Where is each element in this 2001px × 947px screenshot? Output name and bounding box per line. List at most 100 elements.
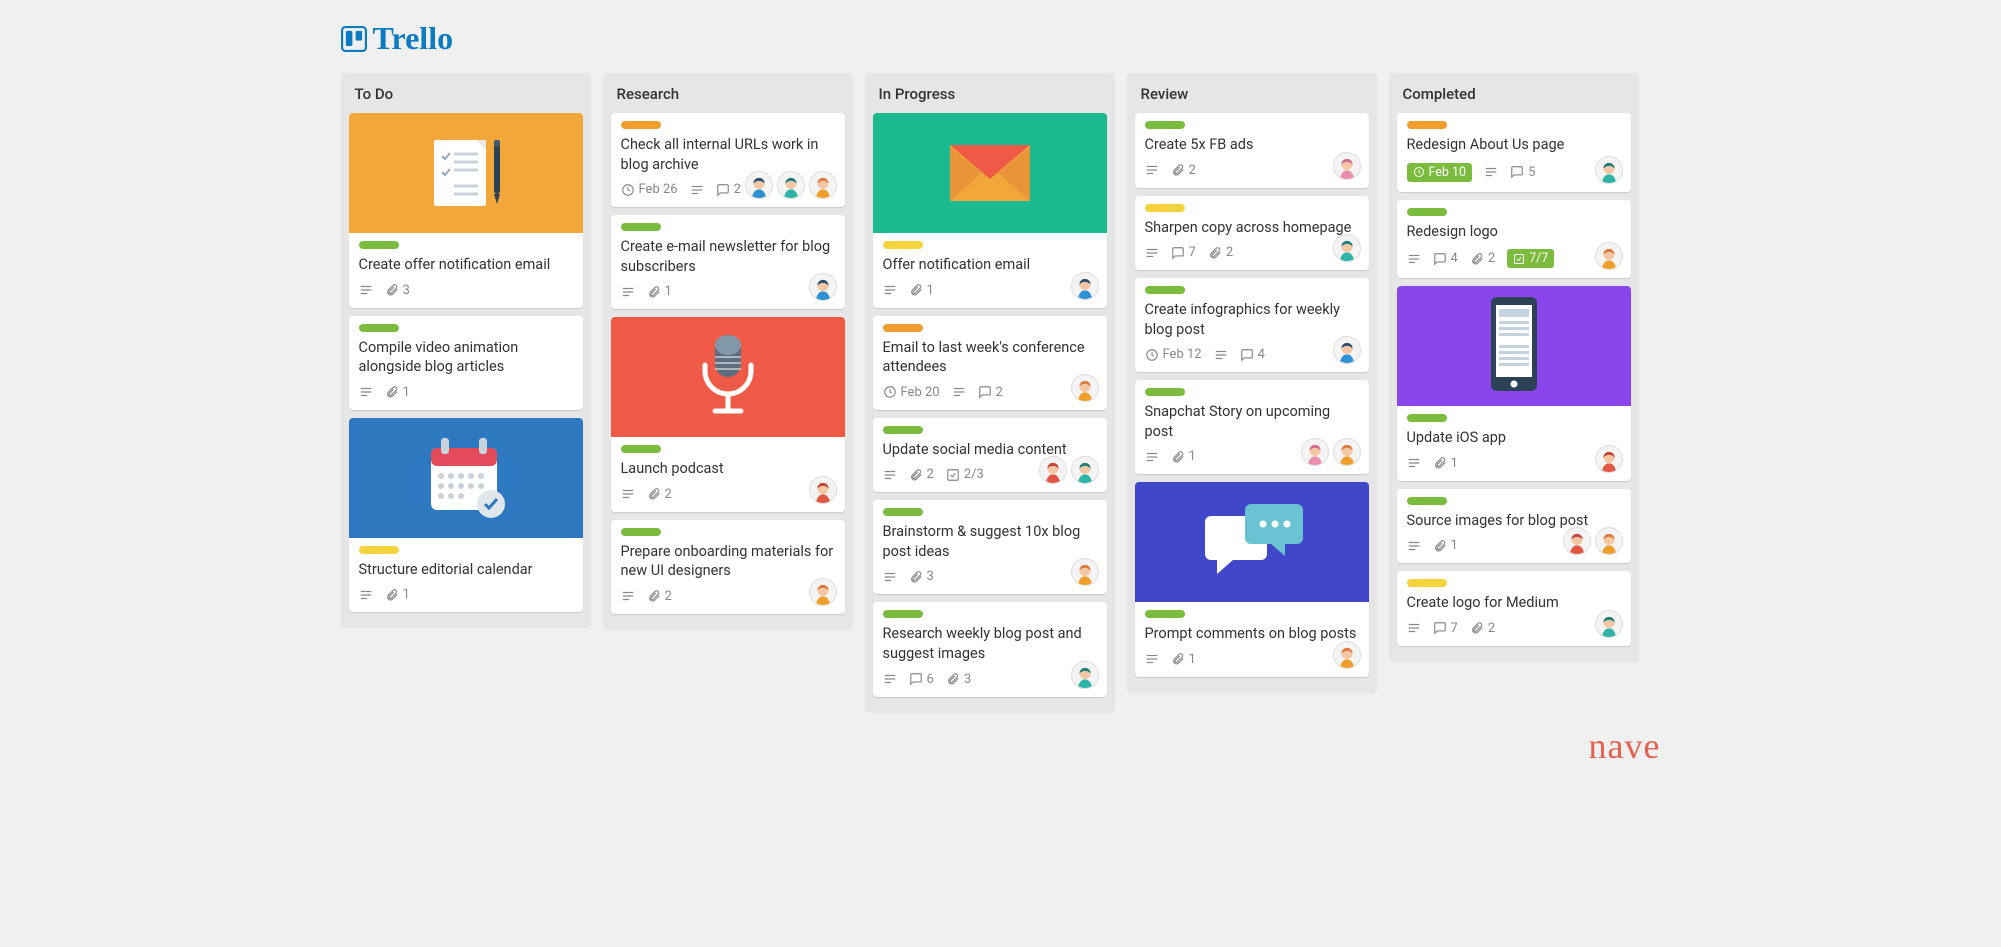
card[interactable]: Research weekly blog post and suggest im… (873, 602, 1107, 696)
card[interactable]: Redesign About Us pageFeb 105 (1397, 113, 1631, 192)
card[interactable]: Structure editorial calendar1 (349, 418, 583, 613)
card-cover (1397, 286, 1631, 406)
card-label-green[interactable] (621, 528, 661, 536)
card-label-yellow[interactable] (1145, 204, 1185, 212)
member-avatar[interactable] (1333, 336, 1361, 364)
description-icon (883, 283, 897, 297)
card-title: Sharpen copy across homepage (1145, 218, 1359, 238)
member-avatar[interactable] (777, 171, 805, 199)
member-avatar[interactable] (1333, 438, 1361, 466)
card-label-green[interactable] (621, 223, 661, 231)
card-label-orange[interactable] (883, 324, 923, 332)
list: CompletedRedesign About Us pageFeb 105 Re… (1389, 73, 1639, 662)
member-avatar[interactable] (1071, 456, 1099, 484)
card-label-yellow[interactable] (359, 546, 399, 554)
card-label-green[interactable] (1145, 388, 1185, 396)
card[interactable]: Source images for blog post1 (1397, 489, 1631, 564)
card-title: Snapchat Story on upcoming post (1145, 402, 1359, 441)
card-label-green[interactable] (1407, 414, 1447, 422)
card[interactable]: Sharpen copy across homepage72 (1135, 196, 1369, 271)
card-cover (349, 113, 583, 233)
card-badges: 1 (1145, 652, 1359, 667)
member-avatar[interactable] (1039, 456, 1067, 484)
card-label-green[interactable] (621, 445, 661, 453)
card[interactable]: Create infographics for weekly blog post… (1135, 278, 1369, 372)
card-badges: 2 (621, 487, 835, 502)
attachments-badge: 2 (647, 487, 672, 502)
card-label-green[interactable] (1407, 208, 1447, 216)
member-avatar[interactable] (809, 273, 837, 301)
description-icon (883, 468, 897, 482)
trello-icon (341, 26, 367, 52)
card[interactable]: Offer notification email1 (873, 113, 1107, 308)
attachments-badge: 2 (909, 467, 934, 482)
card-title: Create logo for Medium (1407, 593, 1621, 613)
card-title: Launch podcast (621, 459, 835, 479)
attachments-badge: 2 (1470, 621, 1495, 636)
card[interactable]: Compile video animation alongside blog a… (349, 316, 583, 410)
member-avatar[interactable] (1595, 445, 1623, 473)
member-avatar[interactable] (1333, 152, 1361, 180)
member-avatar[interactable] (1595, 527, 1623, 555)
member-avatar[interactable] (1595, 242, 1623, 270)
card[interactable]: Prompt comments on blog posts 1 (1135, 482, 1369, 677)
card[interactable]: Redesign logo427/7 (1397, 200, 1631, 279)
member-avatar[interactable] (1563, 527, 1591, 555)
card[interactable]: Email to last week's conference attendee… (873, 316, 1107, 410)
member-avatar[interactable] (1071, 272, 1099, 300)
attachments-badge: 1 (1171, 652, 1196, 667)
card-label-green[interactable] (883, 508, 923, 516)
card[interactable]: Prepare onboarding materials for new UI … (611, 520, 845, 614)
card-label-green[interactable] (1145, 121, 1185, 129)
description-icon (1407, 539, 1421, 553)
description-icon (1407, 621, 1421, 635)
member-avatar[interactable] (809, 171, 837, 199)
card-label-green[interactable] (1407, 497, 1447, 505)
member-avatar[interactable] (809, 578, 837, 606)
card[interactable]: Update iOS app1 (1397, 286, 1631, 481)
member-avatar[interactable] (1333, 641, 1361, 669)
card-label-yellow[interactable] (1407, 579, 1447, 587)
card-title: Compile video animation alongside blog a… (359, 338, 573, 377)
card[interactable]: Create e-mail newsletter for blog subscr… (611, 215, 845, 309)
member-avatar[interactable] (1301, 438, 1329, 466)
card[interactable]: Create offer notification email3 (349, 113, 583, 308)
card[interactable]: Launch podcast 2 (611, 317, 845, 512)
member-avatar[interactable] (745, 171, 773, 199)
card[interactable]: Create logo for Medium72 (1397, 571, 1631, 646)
card[interactable]: Brainstorm & suggest 10x blog post ideas… (873, 500, 1107, 594)
member-avatar[interactable] (1071, 374, 1099, 402)
member-avatar[interactable] (809, 476, 837, 504)
card-label-green[interactable] (1145, 610, 1185, 618)
card[interactable]: Create 5x FB ads2 (1135, 113, 1369, 188)
card[interactable]: Update social media content22/3 (873, 418, 1107, 493)
member-avatar[interactable] (1595, 610, 1623, 638)
card-label-orange[interactable] (1407, 121, 1447, 129)
member-avatar[interactable] (1071, 661, 1099, 689)
card-label-green[interactable] (359, 241, 399, 249)
description-icon (1407, 456, 1421, 470)
member-avatar[interactable] (1071, 558, 1099, 586)
comments-badge: 5 (1510, 165, 1535, 180)
card-title: Research weekly blog post and suggest im… (883, 624, 1097, 663)
member-avatar[interactable] (1333, 234, 1361, 262)
member-avatar[interactable] (1595, 156, 1623, 184)
card-label-green[interactable] (883, 610, 923, 618)
card-label-green[interactable] (359, 324, 399, 332)
card-badges: 2 (1145, 163, 1359, 178)
card-title: Prompt comments on blog posts (1145, 624, 1359, 644)
card-label-green[interactable] (883, 426, 923, 434)
due-badge: Feb 12 (1145, 347, 1202, 362)
list-title: Review (1135, 81, 1369, 113)
card-badges: 1 (621, 284, 835, 299)
list: In ProgressOffer notification email1Emai… (865, 73, 1115, 713)
card-label-orange[interactable] (621, 121, 661, 129)
card-title: Create offer notification email (359, 255, 573, 275)
description-icon (952, 385, 966, 399)
card-label-yellow[interactable] (883, 241, 923, 249)
list-title: Completed (1397, 81, 1631, 113)
card[interactable]: Check all internal URLs work in blog arc… (611, 113, 845, 207)
card[interactable]: Snapchat Story on upcoming post1 (1135, 380, 1369, 474)
card-badges: 2 (621, 589, 835, 604)
card-label-green[interactable] (1145, 286, 1185, 294)
